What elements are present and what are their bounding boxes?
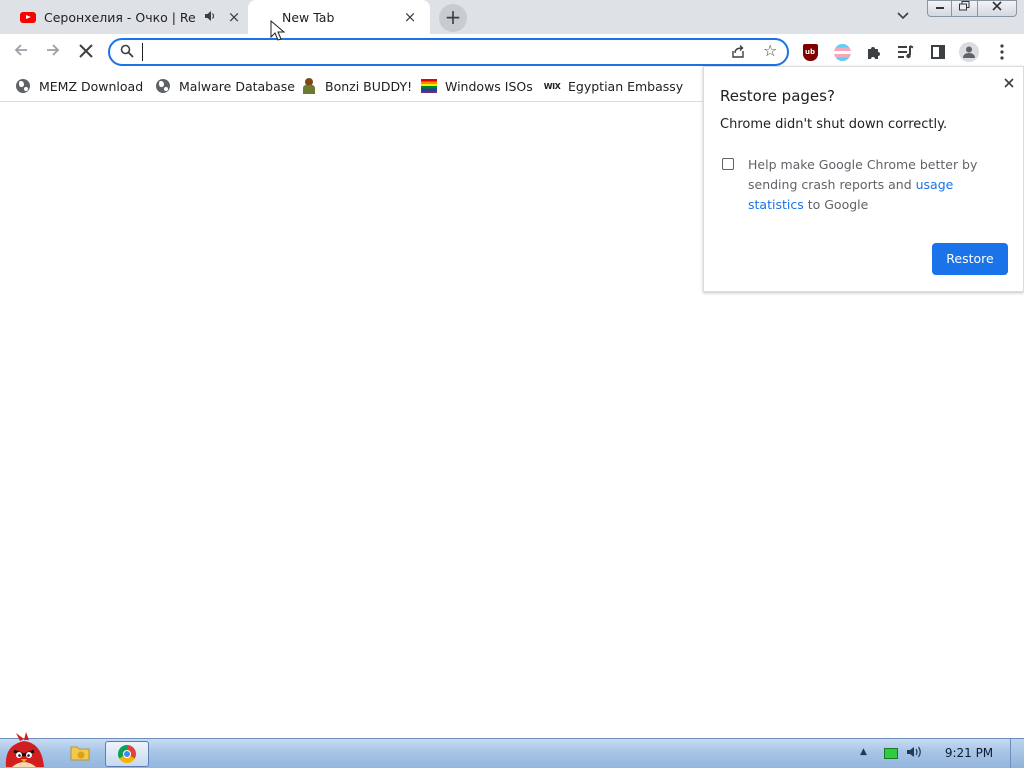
minimize-button[interactable] (927, 0, 952, 17)
globe-icon (15, 78, 31, 94)
bookmark-bonzi-buddy[interactable]: Bonzi BUDDY! (301, 76, 412, 96)
bookmark-malware-database[interactable]: Malware Database (155, 76, 295, 96)
stop-loading-icon[interactable] (74, 40, 98, 64)
restore-button[interactable]: Restore (932, 243, 1008, 275)
network-icon[interactable] (884, 748, 898, 759)
bookmark-label: Egyptian Embassy (568, 78, 684, 94)
tab-title: New Tab (282, 9, 335, 25)
close-tab-icon[interactable]: × (226, 8, 242, 26)
wix-icon: WIX (543, 81, 561, 91)
bookmark-windows-isos[interactable]: Windows ISOs (421, 76, 533, 96)
address-input[interactable] (142, 43, 702, 61)
bonzi-icon (301, 78, 317, 94)
volume-icon[interactable] (906, 745, 924, 763)
restore-pages-dialog: Restore pages? Chrome didn't shut down c… (703, 66, 1024, 292)
tab-strip: Серонхелия - Очко | Remix × New Tab × + (0, 0, 1024, 34)
close-icon[interactable] (1004, 73, 1014, 92)
folder-icon[interactable] (70, 744, 90, 762)
dialog-message: Chrome didn't shut down correctly. (720, 117, 948, 132)
chrome-taskbar-button[interactable] (105, 741, 149, 767)
bookmark-memz-download[interactable]: MEMZ Download (15, 76, 143, 96)
new-tab-button[interactable]: + (439, 4, 467, 32)
start-button[interactable] (2, 731, 48, 768)
tab-youtube[interactable]: Серонхелия - Очко | Remix × (8, 0, 246, 34)
close-tab-icon[interactable]: × (402, 8, 418, 26)
speaker-icon[interactable] (204, 10, 220, 25)
forward-arrow-icon[interactable] (41, 42, 65, 63)
back-arrow-icon[interactable] (9, 42, 33, 63)
crash-report-checkbox[interactable] (722, 158, 734, 170)
puzzle-piece-icon[interactable] (865, 43, 883, 61)
tab-title: Серонхелия - Очко | Remix (44, 9, 196, 25)
bookmark-egyptian-embassy[interactable]: WIX Egyptian Embassy (544, 76, 683, 96)
transgender-flag-icon[interactable] (833, 43, 851, 61)
bookmark-label: MEMZ Download (39, 78, 144, 94)
bookmark-label: Bonzi BUDDY! (325, 78, 413, 94)
side-panel-icon[interactable] (929, 43, 947, 61)
chrome-icon (118, 745, 136, 763)
crash-report-label: Help make Google Chrome better by sendin… (748, 157, 978, 212)
bookmark-label: Windows ISOs (445, 78, 533, 94)
address-bar[interactable]: ☆ (108, 38, 789, 66)
search-icon (120, 44, 134, 62)
ublock-origin-icon[interactable]: ub (801, 43, 819, 61)
taskbar: ▲ 9:21 PM (0, 732, 1024, 768)
tab-search-chevron-icon[interactable] (897, 9, 909, 23)
profile-icon[interactable] (959, 42, 979, 62)
dialog-title: Restore pages? (720, 87, 835, 105)
rainbow-flag-icon (421, 78, 437, 94)
bookmark-star-icon[interactable]: ☆ (763, 41, 777, 60)
show-hidden-icons-icon[interactable]: ▲ (860, 747, 867, 757)
toolbar: ☆ ub (0, 34, 1024, 70)
share-icon[interactable] (730, 44, 746, 63)
more-menu-icon[interactable] (993, 43, 1011, 61)
media-control-icon[interactable] (897, 43, 915, 61)
youtube-icon (20, 11, 36, 23)
angry-bird-icon (5, 732, 44, 767)
show-desktop-button[interactable] (1010, 739, 1024, 768)
taskbar-clock[interactable]: 9:21 PM (933, 746, 1005, 760)
globe-icon (155, 78, 171, 94)
close-window-button[interactable] (977, 0, 1017, 17)
mouse-cursor-icon (270, 19, 286, 46)
restore-window-button[interactable] (951, 0, 978, 17)
bookmark-label: Malware Database (179, 78, 295, 94)
